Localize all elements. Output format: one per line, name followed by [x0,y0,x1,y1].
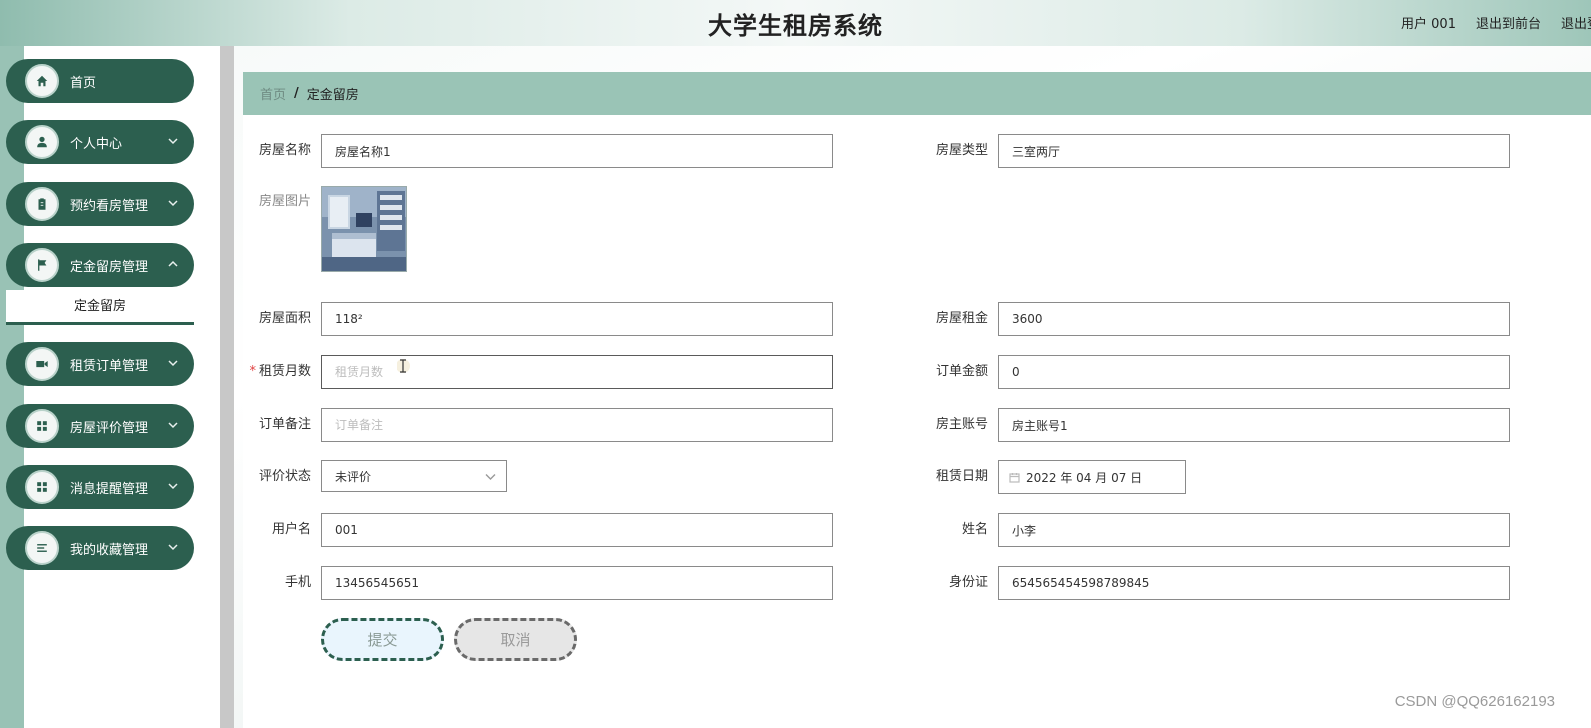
sidebar-item-house-reviews[interactable]: 房屋评价管理 [6,404,194,448]
sidebar-item-label: 我的收藏管理 [70,542,149,558]
grid-icon [25,409,59,443]
breadcrumb: 首页 / 定金留房 [243,72,1591,115]
sidebar-item-favorites[interactable]: 我的收藏管理 [6,526,194,570]
list-icon [25,531,59,565]
chevron-down-icon [168,136,178,149]
text-cursor-icon [397,359,410,373]
sidebar-gutter [220,46,234,728]
grid-icon [25,470,59,504]
sidebar-item-deposit-management[interactable]: 定金留房管理 [6,243,194,287]
rent-months-label: * 租赁月数 [249,364,311,379]
id-card-input[interactable] [998,566,1510,600]
username-label: 用户名 [271,522,311,537]
house-rent-label: 房屋租金 [935,311,988,326]
sidebar-item-label: 预约看房管理 [70,198,149,214]
breadcrumb-current: 定金留房 [306,88,359,103]
user-icon [25,125,59,159]
top-header: 大学生租房系统 用户 001 退出到前台 退出登录 [0,0,1591,46]
house-image[interactable] [321,186,407,272]
sidebar-item-label: 房屋评价管理 [70,420,149,436]
sidebar-item-viewing-appointments[interactable]: 预约看房管理 [6,182,194,226]
breadcrumb-separator: / [294,86,299,101]
phone-label: 手机 [284,575,311,590]
chevron-down-icon [168,542,178,555]
required-asterisk: * [249,364,256,379]
app-title: 大学生租房系统 [708,11,883,40]
calendar-icon [1009,472,1020,483]
home-icon [25,64,59,98]
video-icon [25,347,59,381]
sidebar-item-label: 个人中心 [70,136,123,152]
chevron-down-icon [168,420,178,433]
house-name-input[interactable] [321,134,833,168]
exit-front-link[interactable]: 退出到前台 [1476,13,1541,32]
order-amount-input[interactable] [998,355,1510,389]
id-card-label: 身份证 [948,575,988,590]
chevron-down-icon [485,471,496,485]
breadcrumb-home[interactable]: 首页 [260,84,286,103]
chevron-down-icon [168,198,178,211]
submit-button[interactable]: 提交 [321,618,444,661]
review-status-label: 评价状态 [258,469,311,484]
rent-date-picker[interactable]: 2022 年 04 月 07 日 [998,460,1186,494]
sidebar-item-rental-orders[interactable]: 租赁订单管理 [6,342,194,386]
chevron-down-icon [168,481,178,494]
phone-input[interactable] [321,566,833,600]
house-image-label: 房屋图片 [258,194,311,209]
rent-date-value: 2022 年 04 月 07 日 [1026,470,1143,485]
submenu-item-deposit[interactable]: 定金留房 [6,290,194,325]
order-note-input[interactable] [321,408,833,442]
chevron-up-icon [168,259,178,272]
house-rent-input[interactable] [998,302,1510,336]
review-status-value: 未评价 [335,469,372,484]
review-status-select[interactable]: 未评价 [321,460,507,492]
house-type-input[interactable] [998,134,1510,168]
clipboard-icon [25,187,59,221]
sidebar-item-message-reminders[interactable]: 消息提醒管理 [6,465,194,509]
rent-date-label: 租赁日期 [935,469,988,484]
cancel-button[interactable]: 取消 [454,618,577,661]
sidebar-item-home[interactable]: 首页 [6,59,194,103]
order-amount-label: 订单金额 [935,364,988,379]
username-input[interactable] [321,513,833,547]
sidebar-item-label: 定金留房管理 [70,259,149,275]
sidebar-item-label: 消息提醒管理 [70,481,149,497]
sidebar-item-personal-center[interactable]: 个人中心 [6,120,194,164]
landlord-account-label: 房主账号 [935,417,988,432]
logout-link[interactable]: 退出登录 [1561,13,1591,32]
header-links: 用户 001 退出到前台 退出登录 [1401,13,1591,32]
house-area-input[interactable] [321,302,833,336]
real-name-input[interactable] [998,513,1510,547]
order-note-label: 订单备注 [258,417,311,432]
house-name-label: 房屋名称 [258,143,311,158]
user-label: 用户 001 [1401,17,1456,32]
sidebar-item-label: 首页 [70,75,97,91]
landlord-account-input[interactable] [998,408,1510,442]
real-name-label: 姓名 [961,522,988,537]
house-type-label: 房屋类型 [935,143,988,158]
flag-icon [25,248,59,282]
sidebar-item-label: 租赁订单管理 [70,358,149,374]
chevron-down-icon [168,358,178,371]
watermark: CSDN @QQ626162193 [1394,693,1555,710]
house-area-label: 房屋面积 [258,311,311,326]
